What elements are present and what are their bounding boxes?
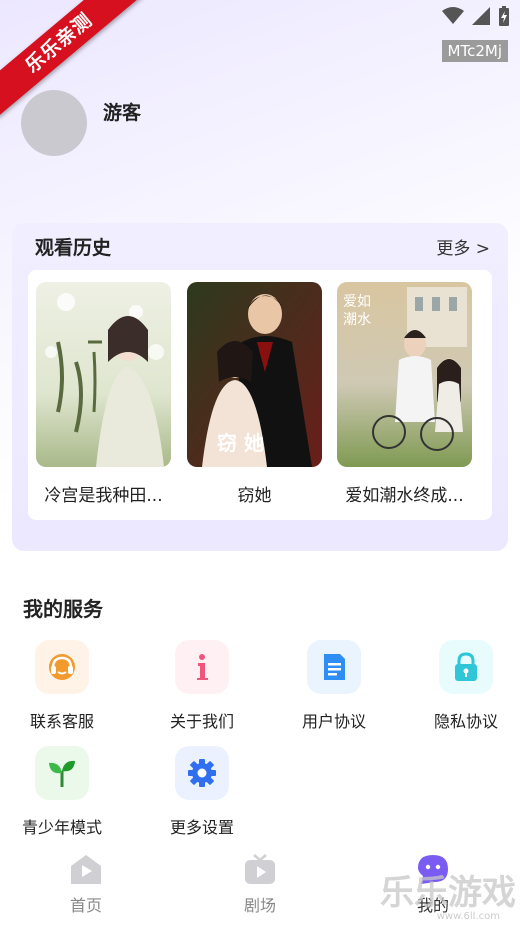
info-icon xyxy=(175,640,229,694)
service-label: 隐私协议 xyxy=(433,712,498,731)
history-item[interactable]: 窃 她 窃她 xyxy=(187,282,322,506)
signal-icon xyxy=(472,7,490,25)
service-label: 联系客服 xyxy=(29,712,94,731)
poster-image: 爱如 潮水 xyxy=(337,282,472,467)
teen-mode-button[interactable]: 青少年模式 xyxy=(7,746,117,838)
service-label: 关于我们 xyxy=(169,712,234,731)
history-item[interactable]: 冷宫是我种田... xyxy=(36,282,171,506)
svg-text:窃 她: 窃 她 xyxy=(217,431,264,455)
history-list: 冷宫是我种田... 窃 她 窃她 爱如 潮水 爱如潮水终成... xyxy=(28,270,492,520)
tab-label: 首页 xyxy=(69,896,102,915)
service-label: 更多设置 xyxy=(169,818,234,837)
about-us-button[interactable]: 关于我们 xyxy=(147,640,257,732)
document-icon xyxy=(307,640,361,694)
history-item-title: 窃她 xyxy=(237,486,272,506)
service-label: 用户协议 xyxy=(301,712,366,731)
more-settings-button[interactable]: 更多设置 xyxy=(147,746,257,838)
home-icon xyxy=(71,855,101,884)
poster-image: 窃 她 xyxy=(187,282,322,467)
more-history-link[interactable]: 更多 > xyxy=(436,234,490,259)
site-watermark: 乐乐游戏 xyxy=(380,873,516,913)
headset-icon xyxy=(35,640,89,694)
watch-history-panel: 观看历史 更多 > 冷宫是我种田... 窃 她 窃她 爱如 潮水 爱如潮水终成.… xyxy=(12,223,508,551)
sprout-icon xyxy=(35,746,89,800)
svg-text:潮水: 潮水 xyxy=(343,312,371,328)
username[interactable]: 游客 xyxy=(103,98,141,125)
system-icons xyxy=(442,6,510,26)
services-title: 我的服务 xyxy=(23,597,103,621)
battery-icon xyxy=(499,6,509,26)
tab-theater[interactable]: 剧场 xyxy=(210,852,310,916)
svg-text:爱如: 爱如 xyxy=(343,294,371,310)
user-agreement-button[interactable]: 用户协议 xyxy=(279,640,389,732)
privacy-policy-button[interactable]: 隐私协议 xyxy=(411,640,520,732)
history-item-title: 冷宫是我种田... xyxy=(44,486,163,506)
poster-image xyxy=(36,282,171,467)
avatar[interactable] xyxy=(21,90,87,156)
contact-support-button[interactable]: 联系客服 xyxy=(7,640,117,732)
tv-icon xyxy=(245,854,275,884)
status-bar: 乐乐亲测 xyxy=(0,0,520,118)
lock-icon xyxy=(439,640,493,694)
gear-icon xyxy=(175,746,229,800)
history-item[interactable]: 爱如 潮水 爱如潮水终成... xyxy=(337,282,472,506)
device-id-tag: MTc2Mj xyxy=(441,40,508,62)
tab-home[interactable]: 首页 xyxy=(36,852,136,916)
service-label: 青少年模式 xyxy=(21,818,102,837)
wifi-icon xyxy=(442,7,464,24)
tab-label: 剧场 xyxy=(243,896,276,915)
history-item-title: 爱如潮水终成... xyxy=(345,486,464,506)
watch-history-title: 观看历史 xyxy=(35,237,112,259)
watermark-url: www.6ll.com xyxy=(436,911,500,922)
